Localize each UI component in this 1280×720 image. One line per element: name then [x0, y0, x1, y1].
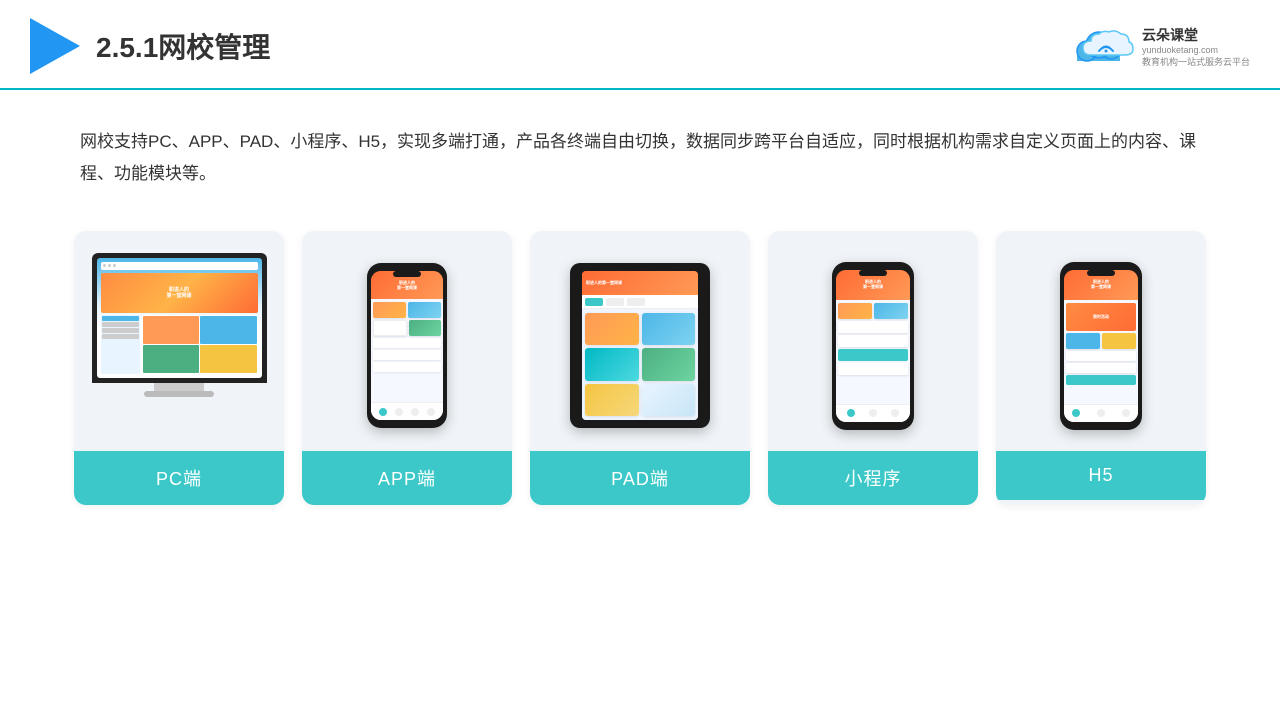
page-title: 2.5.1网校管理 — [96, 26, 270, 66]
brand-tagline1: 教育机构一站 — [1142, 55, 1196, 68]
brand-text: 云朵课堂 yunduoketang.com 教育机构一站 式服务云平台 — [1142, 25, 1250, 68]
card-pad-label: PAD端 — [530, 451, 750, 505]
page-title-number: 2.5.1 — [96, 32, 158, 63]
card-miniapp: 职进人的第一堂网课 — [768, 231, 978, 505]
card-app-image: 职进人的第一堂网课 — [302, 231, 512, 451]
brand-cloud-icon — [1079, 27, 1134, 65]
card-pad-image: 职进人的第一堂网课 — [530, 231, 750, 451]
card-pc-image: 职进人的第一堂网课 — [74, 231, 284, 451]
phone-mockup-miniapp: 职进人的第一堂网课 — [832, 262, 914, 430]
card-app-label: APP端 — [302, 451, 512, 505]
logo-triangle-icon — [30, 18, 80, 74]
brand-logo-area: 云朵课堂 yunduoketang.com 教育机构一站 式服务云平台 — [1071, 25, 1250, 68]
cards-container: 职进人的第一堂网课 — [0, 211, 1280, 535]
pc-mockup: 职进人的第一堂网课 — [92, 253, 267, 438]
card-h5: 职进人的第一堂网课 限时活动 — [996, 231, 1206, 505]
brand-url: yunduoketang.com — [1142, 45, 1218, 55]
header: 2.5.1网校管理 — [0, 0, 1280, 90]
card-miniapp-image: 职进人的第一堂网课 — [768, 231, 978, 451]
description-text: 网校支持PC、APP、PAD、小程序、H5，实现多端打通，产品各终端自由切换，数… — [0, 90, 1280, 211]
card-h5-label: H5 — [996, 451, 1206, 500]
card-app: 职进人的第一堂网课 — [302, 231, 512, 505]
phone-mockup-h5: 职进人的第一堂网课 限时活动 — [1060, 262, 1142, 430]
brand-taglines: 教育机构一站 式服务云平台 — [1142, 55, 1250, 68]
card-pc: 职进人的第一堂网课 — [74, 231, 284, 505]
pad-mockup: 职进人的第一堂网课 — [570, 263, 710, 428]
brand-name: 云朵课堂 — [1142, 25, 1198, 45]
card-pc-label: PC端 — [74, 451, 284, 505]
brand-tagline2: 式服务云平台 — [1196, 55, 1250, 68]
card-miniapp-label: 小程序 — [768, 451, 978, 505]
header-left: 2.5.1网校管理 — [30, 18, 270, 74]
card-h5-image: 职进人的第一堂网课 限时活动 — [996, 231, 1206, 451]
phone-mockup-app: 职进人的第一堂网课 — [367, 263, 447, 428]
card-pad: 职进人的第一堂网课 — [530, 231, 750, 505]
